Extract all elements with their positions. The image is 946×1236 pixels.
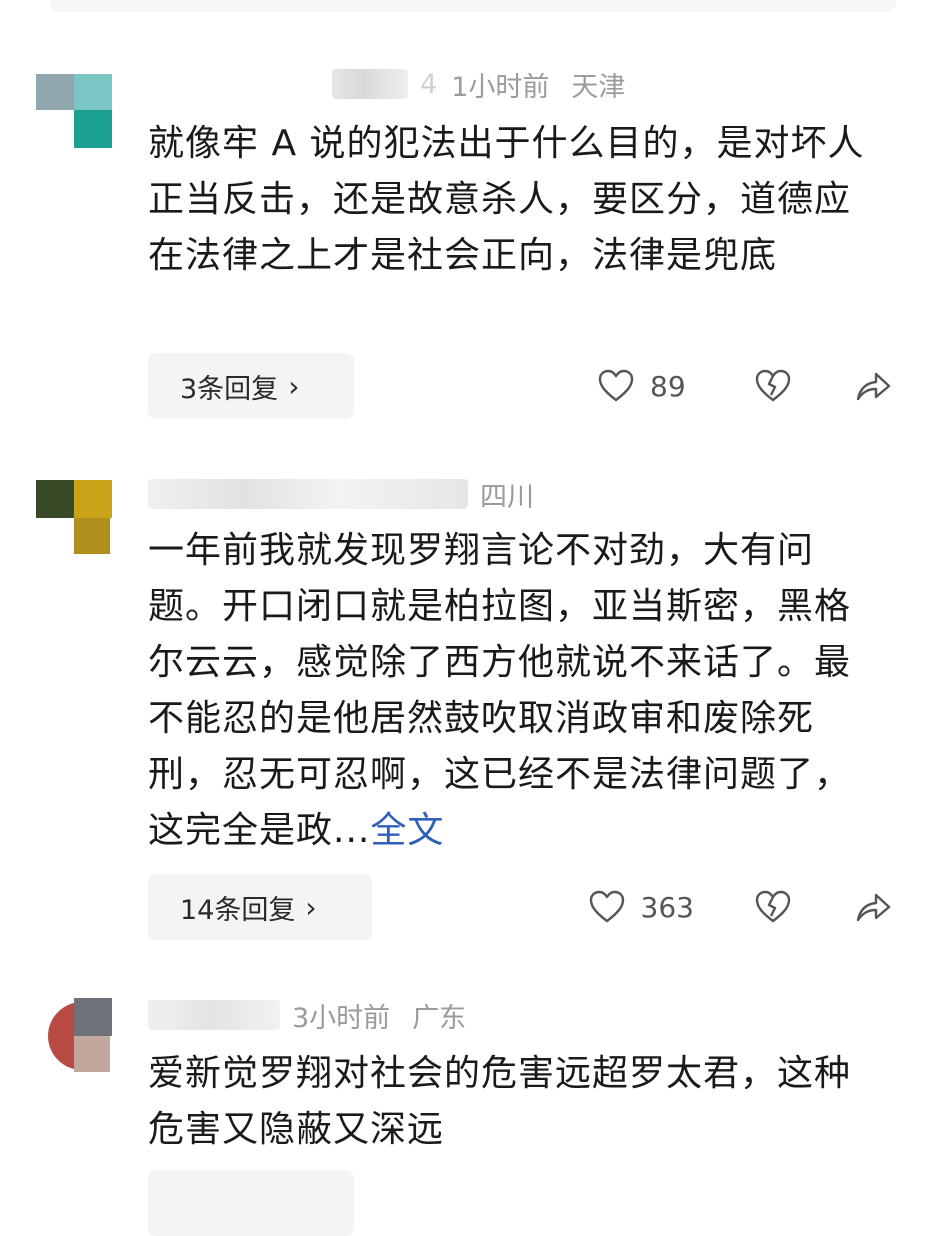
- heart-outline-icon: [598, 369, 634, 403]
- comment-location: 广东: [412, 1002, 467, 1034]
- username-blurred[interactable]: [148, 479, 468, 509]
- chevron-right-icon: ›: [288, 369, 300, 403]
- comment-time: 1小时前: [451, 71, 550, 103]
- comment-text: 一年前我就发现罗翔言论不对劲，大有问题。开口闭口就是柏拉图，亚当斯密，黑格尔云云…: [148, 523, 878, 859]
- avatar[interactable]: [36, 998, 112, 1074]
- comment-meta: 四川: [148, 474, 534, 514]
- replies-button[interactable]: [148, 1170, 354, 1236]
- avatar-block: [74, 74, 112, 110]
- like-count: 363: [640, 890, 694, 924]
- comment-actions: 89: [598, 353, 892, 419]
- replies-label: 3条回复: [180, 373, 279, 405]
- avatar-block: [74, 518, 110, 554]
- comment-location: 天津: [571, 71, 626, 103]
- avatar-block: [74, 110, 112, 148]
- avatar-block: [74, 1036, 110, 1072]
- share-button[interactable]: [854, 890, 892, 924]
- comment-body: 爱新觉罗翔对社会的危害远超罗太君，这种危害又隐蔽又深远: [148, 1053, 852, 1150]
- comment-meta: 4 1小时前 天津: [148, 64, 625, 104]
- avatar-block: [74, 998, 112, 1036]
- avatar[interactable]: [36, 480, 112, 556]
- replies-label: 14条回复: [180, 894, 296, 926]
- replies-button[interactable]: 14条回复 ›: [148, 874, 372, 940]
- like-button[interactable]: 363: [589, 890, 694, 924]
- dislike-button[interactable]: [754, 369, 792, 403]
- comment-body: 就像牢 A 说的犯法出于什么目的，是对坏人正当反击，还是故意杀人，要区分，道德应…: [148, 123, 865, 276]
- comment-text: 就像牢 A 说的犯法出于什么目的，是对坏人正当反击，还是故意杀人，要区分，道德应…: [148, 116, 878, 284]
- comment-body: 一年前我就发现罗翔言论不对劲，大有问题。开口闭口就是柏拉图，亚当斯密，黑格尔云云…: [148, 530, 852, 851]
- broken-heart-icon: [754, 369, 792, 403]
- like-count: 89: [650, 369, 686, 403]
- avatar[interactable]: [36, 74, 112, 150]
- replies-button[interactable]: 3条回复 ›: [148, 353, 354, 419]
- broken-heart-icon: [754, 890, 792, 924]
- comment-text: 爱新觉罗翔对社会的危害远超罗太君，这种危害又隐蔽又深远: [148, 1046, 878, 1158]
- chevron-right-icon: ›: [305, 890, 317, 924]
- like-button[interactable]: 89: [598, 369, 694, 403]
- expand-full-text-link[interactable]: 全文: [370, 810, 444, 851]
- username-fragment: 4: [420, 68, 438, 100]
- avatar-block: [36, 480, 74, 518]
- username-blurred[interactable]: [332, 69, 408, 99]
- avatar-block: [74, 480, 112, 518]
- share-arrow-icon: [854, 369, 892, 403]
- previous-item-edge: [50, 0, 896, 12]
- dislike-button[interactable]: [754, 890, 792, 924]
- share-arrow-icon: [854, 890, 892, 924]
- avatar-block: [36, 74, 74, 110]
- heart-outline-icon: [589, 890, 625, 924]
- comment-time: 3小时前: [292, 1002, 391, 1034]
- comment-location: 四川: [480, 481, 534, 513]
- comment-meta: 3小时前 广东: [148, 995, 466, 1035]
- share-button[interactable]: [854, 369, 892, 403]
- username-blurred[interactable]: [148, 1000, 280, 1030]
- comment-actions: 363: [589, 874, 892, 940]
